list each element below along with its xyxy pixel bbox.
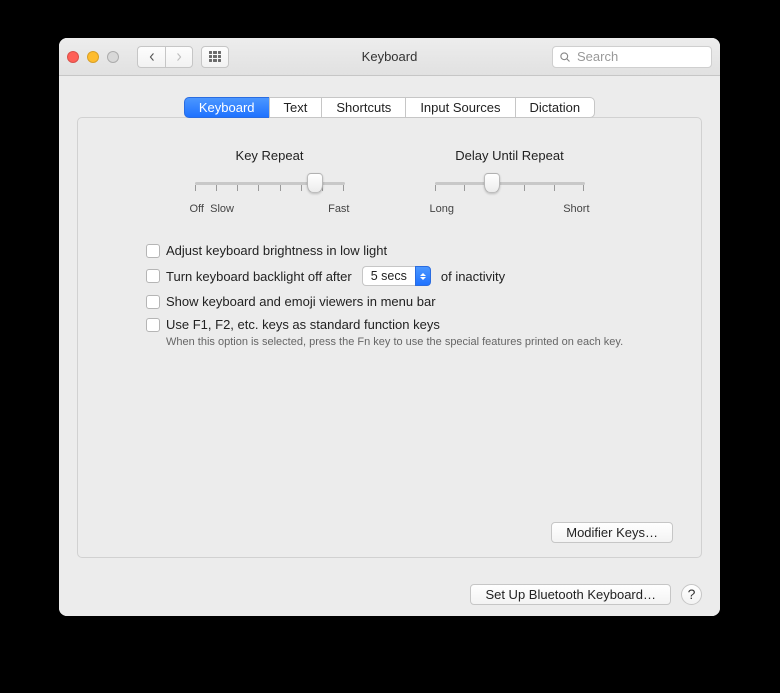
stepper-icon <box>415 266 431 286</box>
checkbox[interactable] <box>146 295 160 309</box>
search-field[interactable] <box>552 46 712 68</box>
fn-keys-hint: When this option is selected, press the … <box>166 336 673 348</box>
option-show-viewers[interactable]: Show keyboard and emoji viewers in menu … <box>146 294 673 309</box>
search-icon <box>559 51 571 63</box>
close-button[interactable] <box>67 51 79 63</box>
option-label: Turn keyboard backlight off after <box>166 269 352 284</box>
key-repeat-slider[interactable] <box>195 173 345 197</box>
backlight-delay-select[interactable]: 5 secs <box>362 266 431 286</box>
zoom-button <box>107 51 119 63</box>
help-button[interactable]: ? <box>681 584 702 605</box>
minimize-button[interactable] <box>87 51 99 63</box>
window-footer: Set Up Bluetooth Keyboard… ? <box>59 572 720 616</box>
option-label: of inactivity <box>441 269 505 284</box>
option-label: Show keyboard and emoji viewers in menu … <box>166 294 436 309</box>
delay-group: Delay Until Repeat Long Short <box>430 148 590 215</box>
modifier-keys-button[interactable]: Modifier Keys… <box>551 522 673 543</box>
grid-icon <box>209 51 221 63</box>
checkbox[interactable] <box>146 318 160 332</box>
key-repeat-label: Key Repeat <box>236 148 304 163</box>
delay-label: Delay Until Repeat <box>455 148 563 163</box>
window-body: Keyboard Text Shortcuts Input Sources Di… <box>59 76 720 572</box>
option-label: Use F1, F2, etc. keys as standard functi… <box>166 317 440 332</box>
back-button[interactable] <box>137 46 165 68</box>
bluetooth-keyboard-button[interactable]: Set Up Bluetooth Keyboard… <box>470 584 671 605</box>
key-repeat-scale: Off Slow Fast <box>190 203 350 215</box>
tab-dictation[interactable]: Dictation <box>515 97 596 118</box>
tab-input-sources[interactable]: Input Sources <box>405 97 514 118</box>
checkbox[interactable] <box>146 269 160 283</box>
preferences-window: Keyboard Keyboard Text Shortcuts Input S… <box>59 38 720 616</box>
show-all-button[interactable] <box>201 46 229 68</box>
option-label: Adjust keyboard brightness in low light <box>166 243 387 258</box>
checkbox[interactable] <box>146 244 160 258</box>
delay-slider[interactable] <box>435 173 585 197</box>
delay-scale: Long Short <box>430 203 590 215</box>
option-backlight-off[interactable]: Turn keyboard backlight off after 5 secs… <box>146 266 673 286</box>
select-value: 5 secs <box>362 266 415 286</box>
option-fn-keys[interactable]: Use F1, F2, etc. keys as standard functi… <box>146 317 673 332</box>
tab-text[interactable]: Text <box>269 97 322 118</box>
sliders-row: Key Repeat Off Slow Fast <box>106 148 673 215</box>
search-input[interactable] <box>575 48 720 65</box>
window-controls <box>67 51 119 63</box>
forward-button[interactable] <box>165 46 193 68</box>
keyboard-pane: Key Repeat Off Slow Fast <box>77 117 702 558</box>
options-list: Adjust keyboard brightness in low light … <box>146 243 673 348</box>
nav-buttons <box>137 46 193 68</box>
option-adjust-brightness[interactable]: Adjust keyboard brightness in low light <box>146 243 673 258</box>
titlebar: Keyboard <box>59 38 720 76</box>
tab-keyboard[interactable]: Keyboard <box>184 97 269 118</box>
key-repeat-group: Key Repeat Off Slow Fast <box>190 148 350 215</box>
tab-shortcuts[interactable]: Shortcuts <box>321 97 405 118</box>
tab-bar: Keyboard Text Shortcuts Input Sources Di… <box>184 97 595 118</box>
